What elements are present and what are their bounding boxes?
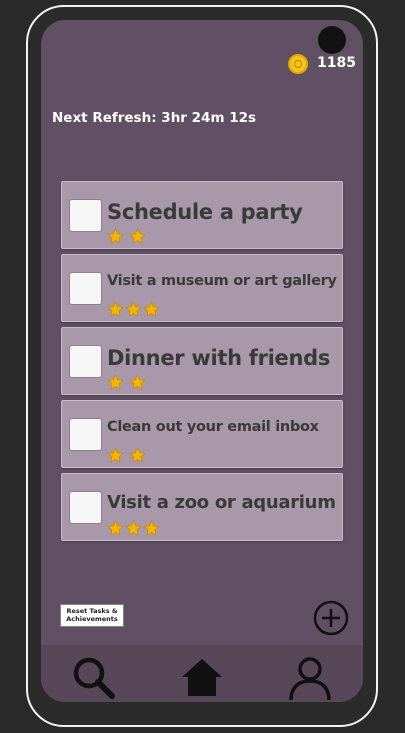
task-checkbox[interactable] <box>69 418 102 451</box>
task-title: Dinner with friends <box>107 346 331 370</box>
task-rating <box>107 447 146 464</box>
star-icon <box>107 374 124 390</box>
profile-icon[interactable] <box>288 655 332 701</box>
star-icon <box>129 447 146 463</box>
task-checkbox[interactable] <box>69 272 102 305</box>
task-checkbox[interactable] <box>69 491 102 524</box>
coin-icon <box>288 54 308 74</box>
star-icon <box>107 520 124 536</box>
task-card[interactable]: Visit a zoo or aquarium <box>61 473 343 541</box>
task-title: Visit a museum or art gallery <box>107 273 337 289</box>
star-icon <box>125 520 142 536</box>
task-rating <box>107 520 160 537</box>
task-title: Clean out your email inbox <box>107 419 319 435</box>
task-card[interactable]: Schedule a party <box>61 181 343 249</box>
coin-count: 1185 <box>317 55 356 71</box>
reset-button-label-line1: Reset Tasks & <box>66 607 118 615</box>
search-icon[interactable] <box>71 655 117 701</box>
star-icon <box>107 447 124 463</box>
task-card[interactable]: Visit a museum or art gallery <box>61 254 343 322</box>
home-icon[interactable] <box>180 655 224 699</box>
task-card[interactable]: Clean out your email inbox <box>61 400 343 468</box>
star-icon <box>107 228 124 244</box>
star-icon <box>125 301 142 317</box>
star-icon <box>143 520 160 536</box>
star-icon <box>107 301 124 317</box>
task-card[interactable]: Dinner with friends <box>61 327 343 395</box>
star-icon <box>129 228 146 244</box>
task-checkbox[interactable] <box>69 199 102 232</box>
plus-circle-icon[interactable] <box>313 600 349 636</box>
task-title: Visit a zoo or aquarium <box>107 492 336 513</box>
reset-tasks-button[interactable]: Reset Tasks & Achievements <box>60 604 124 627</box>
task-rating <box>107 228 146 245</box>
star-icon <box>143 301 160 317</box>
camera-notch <box>318 26 346 54</box>
reset-button-label-line2: Achievements <box>66 615 118 623</box>
task-title: Schedule a party <box>107 200 303 224</box>
task-rating <box>107 374 146 391</box>
task-checkbox[interactable] <box>69 345 102 378</box>
star-icon <box>129 374 146 390</box>
next-refresh-timer: Next Refresh: 3hr 24m 12s <box>52 110 257 126</box>
task-rating <box>107 301 160 318</box>
